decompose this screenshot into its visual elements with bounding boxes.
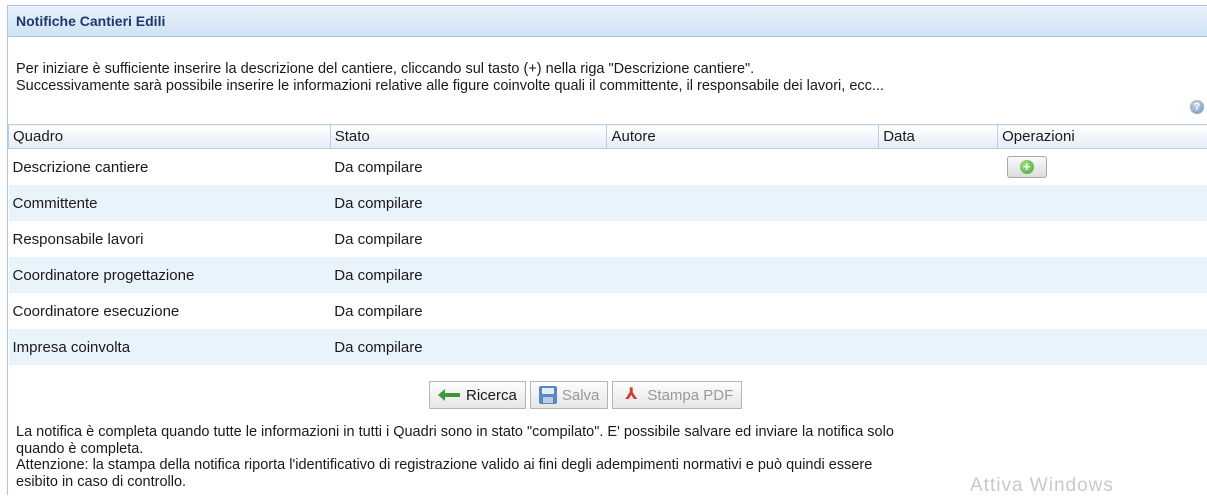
footer-line-3: Attenzione: la stampa della notifica rip… <box>16 457 1206 474</box>
table-row: Coordinatore esecuzione Da compilare <box>9 293 1207 329</box>
column-header-quadro[interactable]: Quadro <box>9 125 331 149</box>
cell-data <box>879 329 998 365</box>
column-header-stato[interactable]: Stato <box>330 125 607 149</box>
intro-line-1: Per iniziare è sufficiente inserire la d… <box>16 61 1196 78</box>
notifiche-panel: Notifiche Cantieri Edili Per iniziare è … <box>7 5 1207 495</box>
cell-stato: Da compilare <box>330 257 607 293</box>
cell-quadro: Coordinatore esecuzione <box>9 293 331 329</box>
stampa-pdf-button[interactable]: ⅄ Stampa PDF <box>612 381 742 409</box>
table-row: Committente Da compilare <box>9 185 1207 221</box>
cell-operazioni <box>998 257 1207 293</box>
plus-circle-icon: + <box>1020 160 1034 174</box>
floppy-disk-icon <box>539 386 557 404</box>
column-header-operazioni: Operazioni <box>998 125 1207 149</box>
cell-autore <box>607 257 879 293</box>
table-row: Impresa coinvolta Da compilare <box>9 329 1207 365</box>
cell-quadro: Impresa coinvolta <box>9 329 331 365</box>
cell-autore <box>607 293 879 329</box>
arrow-left-icon <box>438 389 460 401</box>
column-header-data[interactable]: Data <box>879 125 998 149</box>
cell-operazioni <box>998 293 1207 329</box>
cell-operazioni <box>998 221 1207 257</box>
quadri-table: Quadro Stato Autore Data Operazioni Desc… <box>8 124 1207 365</box>
cell-autore <box>607 329 879 365</box>
intro-line-2: Successivamente sarà possibile inserire … <box>16 78 1196 95</box>
cell-stato: Da compilare <box>330 149 607 186</box>
cell-stato: Da compilare <box>330 185 607 221</box>
cell-autore <box>607 149 879 186</box>
cell-operazioni: + <box>998 149 1207 186</box>
cell-data <box>879 221 998 257</box>
cell-quadro: Responsabile lavori <box>9 221 331 257</box>
panel-title: Notifiche Cantieri Edili <box>8 6 1207 37</box>
cell-data <box>879 185 998 221</box>
cell-operazioni <box>998 329 1207 365</box>
cell-data <box>879 293 998 329</box>
cell-autore <box>607 185 879 221</box>
salva-label: Salva <box>562 387 600 404</box>
table-row: Descrizione cantiere Da compilare + <box>9 149 1207 186</box>
footer-line-2: quando è completa. <box>16 441 1206 458</box>
action-toolbar: Ricerca Salva ⅄ Stampa PDF <box>429 381 746 409</box>
cell-stato: Da compilare <box>330 293 607 329</box>
ricerca-label: Ricerca <box>466 387 517 404</box>
table-row: Responsabile lavori Da compilare <box>9 221 1207 257</box>
intro-text: Per iniziare è sufficiente inserire la d… <box>16 61 1196 95</box>
table-header-row: Quadro Stato Autore Data Operazioni <box>9 125 1207 149</box>
cell-data <box>879 257 998 293</box>
pdf-icon: ⅄ <box>621 386 641 404</box>
cell-quadro: Descrizione cantiere <box>9 149 331 186</box>
ricerca-button[interactable]: Ricerca <box>429 381 526 409</box>
help-icon[interactable]: ? <box>1190 100 1204 114</box>
add-descrizione-button[interactable]: + <box>1007 156 1047 178</box>
cell-stato: Da compilare <box>330 221 607 257</box>
cell-operazioni <box>998 185 1207 221</box>
cell-data <box>879 149 998 186</box>
table-row: Coordinatore progettazione Da compilare <box>9 257 1207 293</box>
cell-quadro: Coordinatore progettazione <box>9 257 331 293</box>
salva-button[interactable]: Salva <box>530 381 609 409</box>
cell-stato: Da compilare <box>330 329 607 365</box>
footer-line-1: La notifica è completa quando tutte le i… <box>16 424 1206 441</box>
column-header-autore[interactable]: Autore <box>607 125 879 149</box>
cell-quadro: Committente <box>9 185 331 221</box>
stampa-pdf-label: Stampa PDF <box>647 387 733 404</box>
cell-autore <box>607 221 879 257</box>
